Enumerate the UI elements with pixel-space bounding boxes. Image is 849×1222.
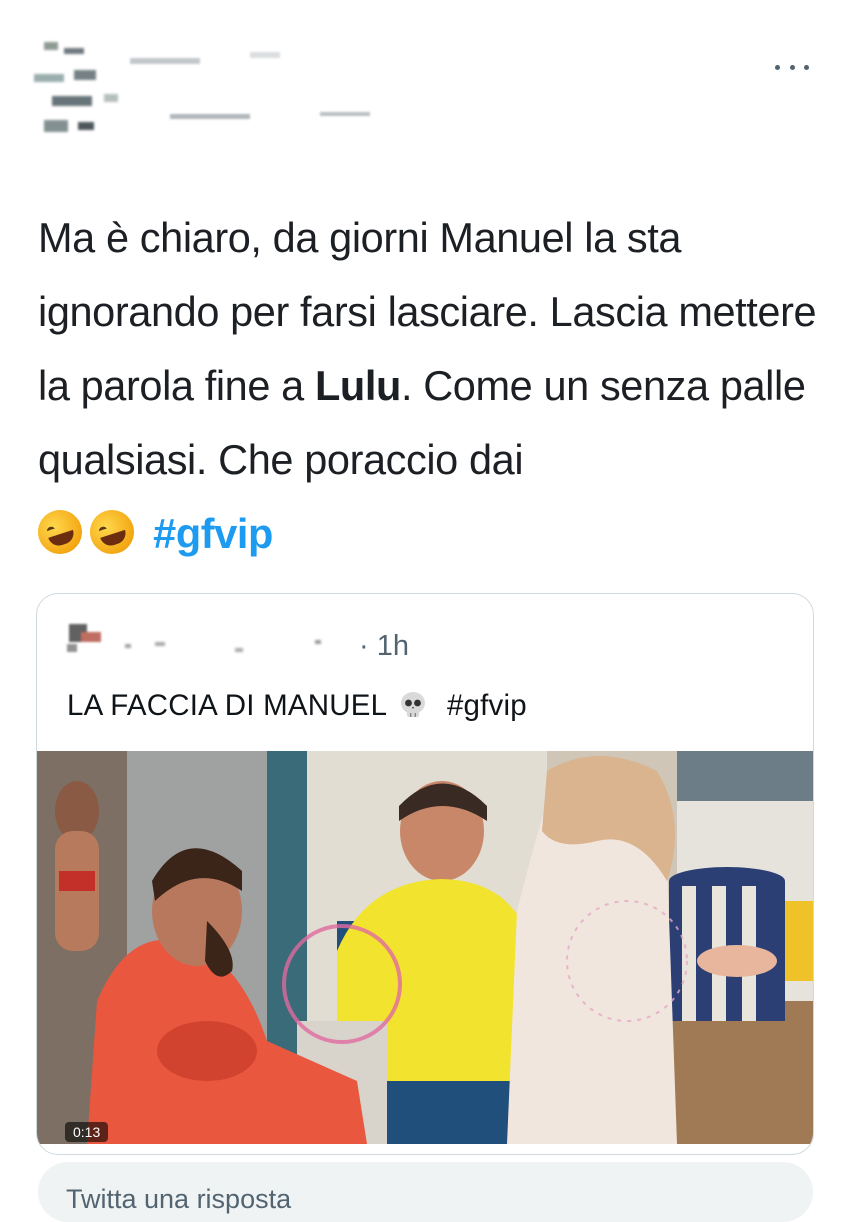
quoted-tweet-time[interactable]: · 1h xyxy=(359,630,409,663)
tweet-bold-name: Lulu xyxy=(314,362,401,409)
tweet-hashtag-link[interactable]: #gfvip xyxy=(153,510,273,557)
skull-icon xyxy=(400,692,425,717)
rolling-on-floor-laughing-icon xyxy=(84,504,140,560)
quoted-tweet-hashtag[interactable]: #gfvip xyxy=(447,689,527,722)
author-avatar[interactable] xyxy=(34,34,134,142)
more-options-icon[interactable] xyxy=(775,56,809,78)
quoted-author-avatar xyxy=(67,622,107,656)
quoted-tweet-card[interactable]: · 1h LA FACCIA DI MANUEL #gfvip 0:13 xyxy=(36,593,814,1155)
quoted-author-name-blurred xyxy=(115,630,365,656)
video-thumbnail[interactable]: 0:13 xyxy=(37,751,813,1144)
reply-input[interactable]: Twitta una risposta xyxy=(38,1162,813,1222)
tweet-text: Ma è chiaro, da giorni Manuel la sta ign… xyxy=(32,201,818,571)
video-frame-illustration xyxy=(37,751,813,1144)
rolling-on-floor-laughing-icon xyxy=(32,504,88,560)
quoted-tweet-body: LA FACCIA DI MANUEL xyxy=(67,689,387,722)
quoted-tweet-text: LA FACCIA DI MANUEL #gfvip xyxy=(67,689,527,723)
author-name-blurred xyxy=(120,44,400,134)
video-duration: 0:13 xyxy=(65,1122,109,1142)
